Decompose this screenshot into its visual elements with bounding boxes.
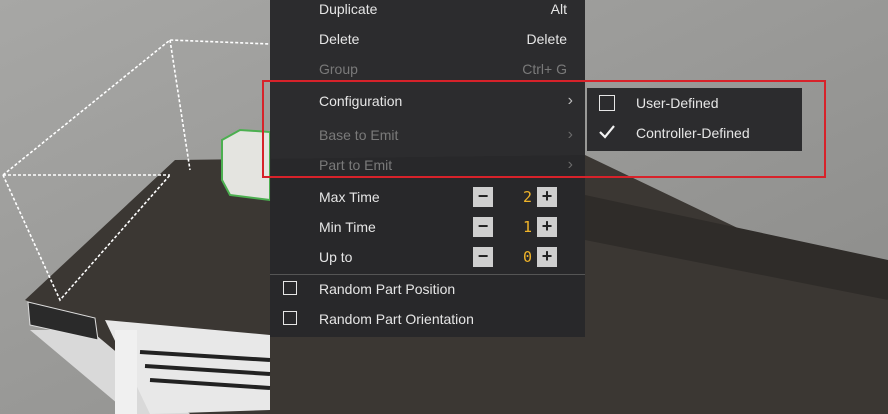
checkbox[interactable] bbox=[599, 95, 615, 111]
min-time-row: Min Time − 1 + bbox=[270, 212, 585, 242]
decrement-button[interactable]: − bbox=[473, 217, 493, 237]
menu-item-group: Group Ctrl+ G bbox=[270, 54, 585, 84]
submenu-item-user-defined[interactable]: User-Defined bbox=[587, 88, 802, 118]
min-time-stepper: − 1 + bbox=[473, 217, 557, 237]
shortcut-label: Alt bbox=[550, 1, 567, 17]
menu-item-label: Part to Emit bbox=[319, 157, 393, 173]
checkbox-label: Random Part Orientation bbox=[319, 311, 474, 327]
emitted-part bbox=[221, 128, 271, 202]
random-part-orientation-item[interactable]: Random Part Orientation bbox=[270, 304, 585, 334]
checkmark-icon[interactable] bbox=[597, 122, 617, 142]
submenu-item-label: Controller-Defined bbox=[636, 125, 750, 141]
menu-item-label: Group bbox=[319, 61, 358, 77]
stepper-value: 2 bbox=[522, 188, 532, 206]
max-time-row: Max Time − 2 + bbox=[270, 182, 585, 212]
random-part-position-item[interactable]: Random Part Position bbox=[270, 274, 585, 304]
checkbox[interactable] bbox=[283, 281, 297, 295]
configuration-submenu: User-Defined Controller-Defined bbox=[587, 88, 802, 151]
stepper-value: 1 bbox=[522, 218, 532, 236]
chevron-right-icon: › bbox=[567, 126, 573, 143]
menu-item-label: Configuration bbox=[319, 93, 403, 109]
increment-button[interactable]: + bbox=[537, 187, 557, 207]
up-to-row: Up to − 0 + bbox=[270, 242, 585, 272]
menu-item-delete[interactable]: Delete Delete bbox=[270, 24, 585, 54]
chevron-right-icon: › bbox=[567, 92, 573, 109]
decrement-button[interactable]: − bbox=[473, 187, 493, 207]
menu-item-configuration[interactable]: Configuration › bbox=[270, 86, 585, 116]
decrement-button[interactable]: − bbox=[473, 247, 493, 267]
checkbox[interactable] bbox=[283, 311, 297, 325]
menu-item-duplicate[interactable]: Duplicate Alt bbox=[270, 0, 585, 24]
menu-item-part-to-emit: Part to Emit › bbox=[270, 150, 585, 180]
stepper-label: Min Time bbox=[319, 219, 376, 235]
menu-item-base-to-emit: Base to Emit › bbox=[270, 120, 585, 150]
chevron-right-icon: › bbox=[567, 156, 573, 173]
shortcut-label: Delete bbox=[526, 31, 567, 47]
stepper-label: Max Time bbox=[319, 189, 380, 205]
up-to-stepper: − 0 + bbox=[473, 247, 557, 267]
increment-button[interactable]: + bbox=[537, 247, 557, 267]
stepper-value: 0 bbox=[522, 248, 532, 266]
context-menu: Duplicate Alt Delete Delete Group Ctrl+ … bbox=[270, 0, 585, 337]
submenu-item-label: User-Defined bbox=[636, 95, 719, 111]
menu-item-label: Base to Emit bbox=[319, 127, 399, 143]
checkbox-label: Random Part Position bbox=[319, 281, 456, 297]
stepper-label: Up to bbox=[319, 249, 353, 265]
shortcut-label: Ctrl+ G bbox=[522, 61, 567, 77]
menu-item-label: Duplicate bbox=[319, 1, 378, 17]
submenu-item-controller-defined[interactable]: Controller-Defined bbox=[587, 118, 802, 148]
increment-button[interactable]: + bbox=[537, 217, 557, 237]
menu-item-label: Delete bbox=[319, 31, 360, 47]
max-time-stepper: − 2 + bbox=[473, 187, 557, 207]
